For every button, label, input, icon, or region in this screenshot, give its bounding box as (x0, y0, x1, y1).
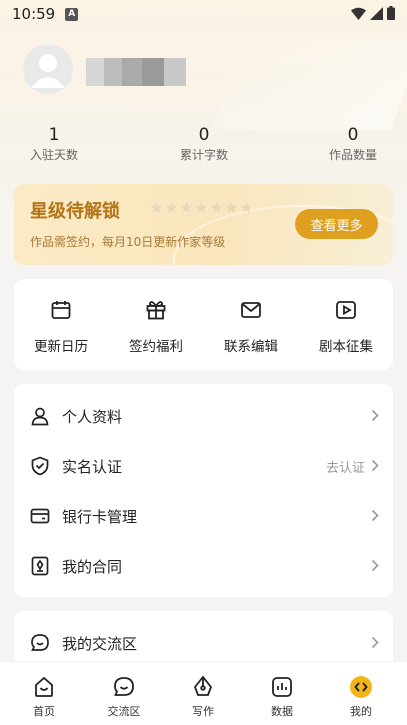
menu-right-text: 去认证 (325, 461, 365, 476)
nav-mine[interactable]: 我的 (331, 674, 391, 719)
menu-label: 我的合同 (62, 558, 123, 576)
mail-icon (241, 302, 261, 318)
gift-icon (146, 301, 166, 320)
chevron-right-icon (371, 559, 379, 572)
menu-label: 个人资料 (62, 408, 123, 426)
stat-words[interactable]: 0 累计字数 (164, 124, 244, 164)
username-blurred (86, 58, 186, 86)
menu-label: 我的交流区 (62, 635, 138, 653)
menu-item-bank-card[interactable]: 银行卡管理 (14, 491, 393, 541)
quick-action-benefits[interactable]: 签约福利 (116, 297, 196, 355)
quick-action-contact-editor[interactable]: 联系编辑 (211, 297, 291, 355)
wifi-icon (351, 7, 366, 20)
default-avatar-icon (31, 54, 65, 88)
banner-subtitle: 作品需签约，每月10日更新作家等级 (30, 235, 226, 249)
stat-label: 入驻天数 (29, 148, 78, 162)
header-decoration (210, 40, 407, 130)
stat-value: 1 (48, 125, 60, 145)
star-icon (180, 201, 193, 213)
battery-icon (387, 6, 395, 20)
chevron-right-icon (371, 459, 379, 472)
nav-community[interactable]: 交流区 (94, 674, 154, 719)
quick-action-label: 剧本征集 (319, 339, 373, 355)
contract-icon (31, 556, 49, 576)
star-rating (150, 201, 253, 214)
quick-action-script-call[interactable]: 剧本征集 (306, 297, 386, 355)
chevron-right-icon (371, 409, 379, 422)
menu-label: 银行卡管理 (62, 508, 138, 526)
nav-label: 写作 (192, 705, 214, 718)
menu-item-verification[interactable]: 实名认证 去认证 (14, 441, 393, 491)
notification-icon: A (65, 7, 79, 21)
nav-label: 我的 (350, 705, 372, 718)
shield-check-icon (31, 456, 49, 476)
status-icons (351, 6, 395, 20)
quick-actions-card: 更新日历 签约福利 联系编辑 剧本征集 (14, 279, 393, 370)
stat-works[interactable]: 0 作品数量 (313, 124, 393, 164)
quick-action-label: 联系编辑 (224, 339, 278, 355)
stat-value: 0 (347, 125, 359, 145)
person-icon (31, 407, 49, 426)
profile-icon (350, 676, 372, 698)
star-icon (225, 201, 238, 213)
chevron-right-icon (371, 509, 379, 522)
chevron-right-icon (371, 636, 379, 649)
menu-item-contract[interactable]: 我的合同 (14, 541, 393, 591)
star-icon (240, 201, 253, 213)
stats-row: 1 入驻天数 0 累计字数 0 作品数量 (0, 124, 407, 168)
nav-label: 数据 (271, 705, 293, 718)
settings-menu-card: 个人资料 实名认证 去认证 银行卡管理 我的合同 (14, 384, 393, 597)
stat-label: 作品数量 (328, 148, 377, 162)
chat-bubble-icon (114, 677, 134, 696)
signal-icon (370, 6, 383, 20)
menu-label: 实名认证 (62, 458, 123, 476)
avatar[interactable] (23, 44, 73, 94)
nav-home[interactable]: 首页 (14, 674, 74, 719)
menu-item-profile[interactable]: 个人资料 (14, 391, 393, 441)
home-icon (35, 676, 53, 697)
card-icon (30, 508, 50, 524)
star-icon (150, 201, 163, 213)
chart-icon (272, 677, 292, 697)
view-more-button[interactable]: 查看更多 (295, 209, 378, 239)
stat-value: 0 (198, 125, 210, 145)
star-icon (195, 201, 208, 213)
nav-data[interactable]: 数据 (252, 674, 312, 719)
nav-label: 首页 (33, 705, 55, 718)
stat-label: 累计字数 (179, 148, 228, 162)
quick-action-calendar[interactable]: 更新日历 (21, 297, 101, 355)
bottom-navigation: 首页 交流区 写作 数据 我的 (0, 661, 407, 725)
pen-icon (193, 675, 213, 696)
status-bar: 10:59 A (0, 0, 407, 28)
status-time: 10:59 (12, 5, 56, 23)
banner-title: 星级待解锁 (30, 201, 120, 222)
nav-label: 交流区 (107, 705, 141, 718)
quick-action-label: 更新日历 (34, 339, 88, 355)
quick-action-label: 签约福利 (129, 339, 183, 355)
star-level-banner[interactable]: 星级待解锁 作品需签约，每月10日更新作家等级 查看更多 (14, 184, 393, 265)
nav-write[interactable]: 写作 (173, 674, 233, 719)
chat-icon (31, 634, 49, 651)
star-icon (210, 201, 223, 213)
calendar-icon (51, 301, 71, 319)
star-icon (165, 201, 178, 213)
stat-days[interactable]: 1 入驻天数 (14, 124, 94, 164)
play-icon (336, 301, 356, 319)
